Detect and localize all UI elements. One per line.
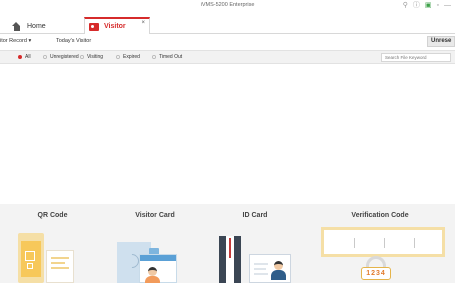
- help-icon[interactable]: ⓘ: [413, 2, 420, 10]
- radio-icon: [116, 55, 120, 59]
- app-title: iVMS-5200 Enterprise: [200, 2, 255, 8]
- close-icon[interactable]: ×: [141, 20, 145, 26]
- tab-bar: Home Visitor ×: [0, 14, 455, 34]
- filter-label: Visiting: [87, 54, 104, 60]
- qr-code-card[interactable]: QR Code: [0, 204, 105, 283]
- visitor-record-dropdown[interactable]: itor Record ▾: [0, 38, 31, 44]
- visitor-badge-illustration: [139, 254, 177, 283]
- sub-menu-bar: itor Record ▾ Today's Visitor Unrese: [0, 35, 455, 49]
- tab-home-label: Home: [27, 22, 46, 30]
- unreserved-button[interactable]: Unrese: [427, 36, 455, 47]
- filter-label: Expired: [123, 54, 140, 60]
- id-card-illustration: [249, 254, 291, 283]
- title-bar: iVMS-5200 Enterprise ⚲ ⓘ ▣ ▫ —: [0, 0, 455, 14]
- filter-label: Timed Out: [159, 54, 183, 60]
- visitor-icon: [89, 22, 99, 31]
- code-digits: 1234: [361, 267, 391, 280]
- todays-visitor-link[interactable]: Today's Visitor: [56, 38, 91, 44]
- filter-bar: All Unregistered Visiting Expired Timed …: [0, 50, 455, 64]
- minimize-icon[interactable]: —: [444, 2, 451, 10]
- tab-visitor[interactable]: Visitor ×: [84, 17, 150, 34]
- search-input[interactable]: [381, 53, 451, 62]
- filter-label: Unregistered: [50, 54, 79, 60]
- radio-icon: [80, 55, 84, 59]
- filter-unregistered[interactable]: Unregistered: [43, 54, 79, 60]
- filter-timed-out[interactable]: Timed Out: [152, 54, 182, 60]
- visitor-record-label: itor Record: [0, 38, 27, 44]
- filter-visiting[interactable]: Visiting: [80, 54, 103, 60]
- filter-expired[interactable]: Expired: [116, 54, 140, 60]
- paper-illustration: [46, 250, 74, 283]
- window-controls: ⚲ ⓘ ▣ ▫ —: [403, 2, 451, 10]
- code-input-illustration: [321, 227, 445, 257]
- menu-icon[interactable]: ▫: [437, 2, 439, 10]
- check-in-methods: QR Code Visitor Card ID Card Verificatio…: [0, 204, 455, 283]
- tab-visitor-label: Visitor: [104, 23, 126, 30]
- lock-illustration: 1234: [359, 256, 393, 283]
- filter-label: All: [25, 54, 31, 60]
- tab-home[interactable]: Home: [12, 18, 46, 34]
- radio-icon: [43, 55, 47, 59]
- verification-code-card[interactable]: Verification Code 1234: [305, 204, 455, 283]
- phone-qr-illustration: [18, 233, 44, 283]
- card-title: ID Card: [242, 212, 268, 219]
- person-illustration: [219, 236, 241, 283]
- radio-icon: [152, 55, 156, 59]
- card-title: QR Code: [37, 212, 68, 219]
- chevron-down-icon: ▾: [28, 38, 32, 44]
- radio-selected-icon: [18, 55, 22, 59]
- card-title: Verification Code: [351, 212, 409, 219]
- filter-all[interactable]: All: [18, 54, 31, 60]
- id-card-card[interactable]: ID Card: [205, 204, 305, 283]
- visitor-card-card[interactable]: Visitor Card: [105, 204, 205, 283]
- home-icon: [12, 21, 21, 31]
- status-icon[interactable]: ▣: [425, 2, 432, 10]
- card-title: Visitor Card: [135, 212, 175, 219]
- user-icon[interactable]: ⚲: [403, 2, 408, 10]
